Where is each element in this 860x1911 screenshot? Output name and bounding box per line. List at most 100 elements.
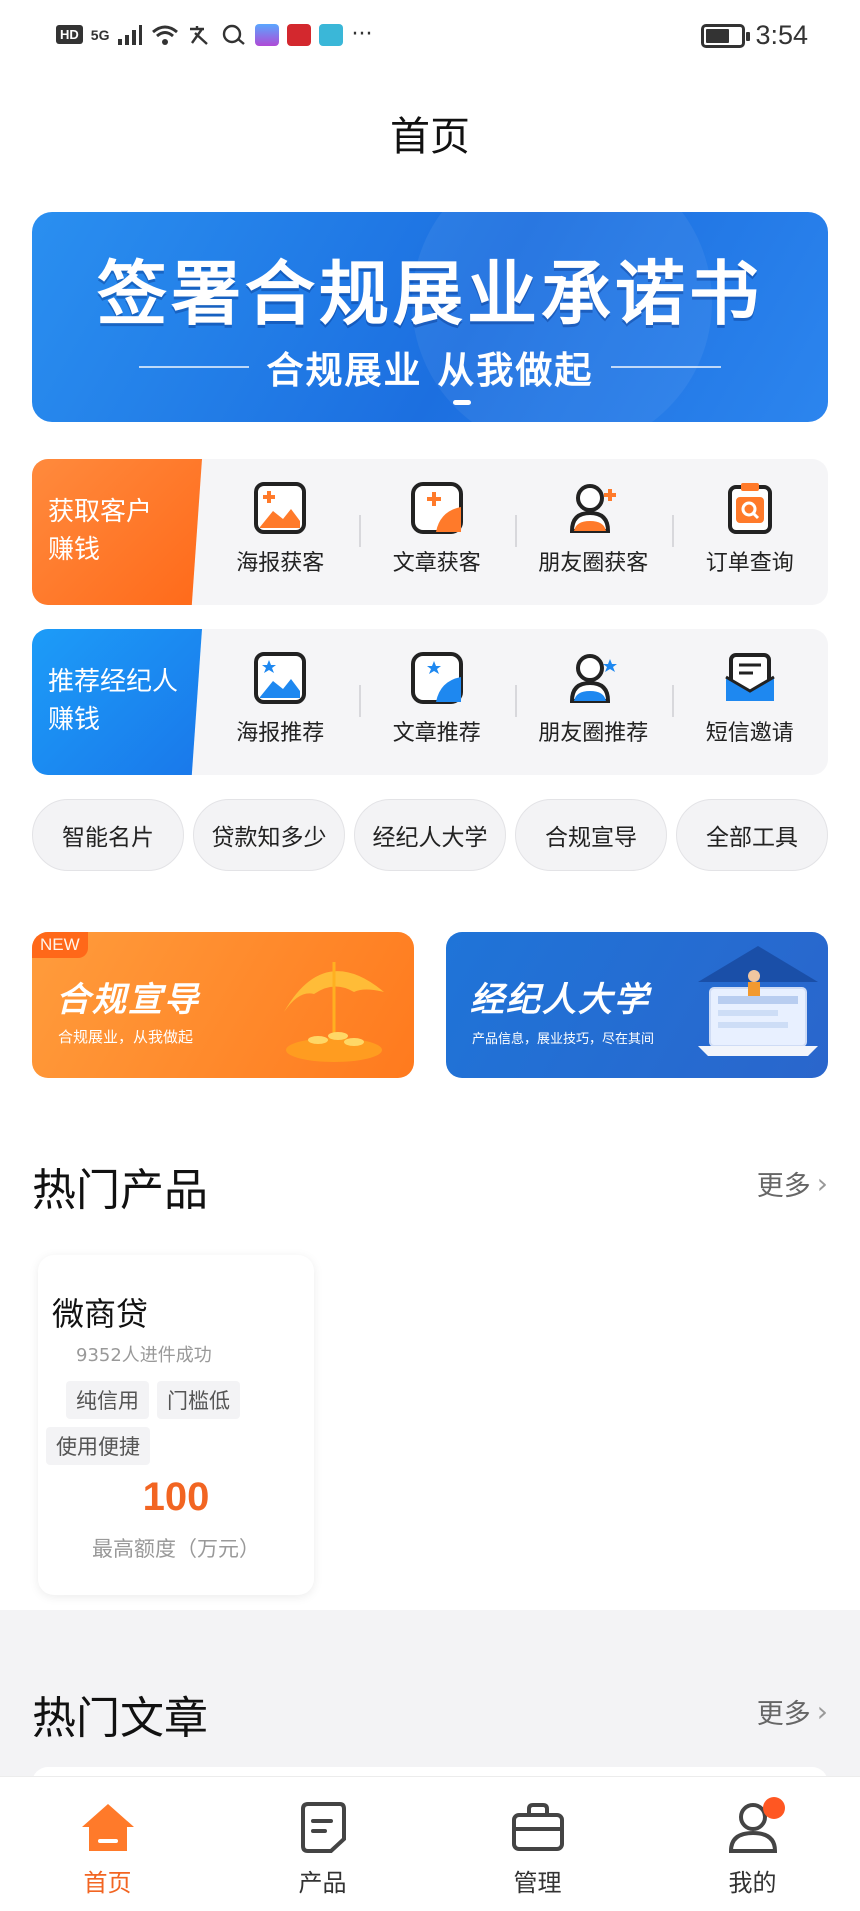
network-indicator: 5G: [90, 26, 110, 43]
moments-recommend-button[interactable]: 朋友圈推荐: [515, 629, 672, 775]
banner-subtitle: 合规展业 从我做起: [266, 349, 594, 392]
moments-icon: [570, 654, 618, 703]
clock: 3:54: [755, 20, 808, 50]
compliance-chip[interactable]: 合规宣导: [515, 799, 667, 871]
product-card[interactable]: 微商贷 9352人进件成功 纯信用 门槛低 使用便捷 100 最高额度（万元）: [38, 1255, 314, 1595]
umbrella-coins-illustration: [284, 962, 384, 1062]
signal-icon: [118, 24, 143, 45]
item-label: 海报推荐: [236, 721, 325, 746]
briefcase-icon: [511, 1803, 564, 1851]
compliance-promo-card[interactable]: NEW 合规宣导 合规展业，从我做起: [32, 932, 414, 1078]
product-tag: 使用便捷: [46, 1427, 150, 1465]
acquire-customers-label: 获取客户 赚钱: [32, 459, 202, 605]
compliance-banner[interactable]: 签署合规展业承诺书 合规展业 从我做起: [32, 212, 828, 422]
acquire-customers-row: 获取客户 赚钱 海报获客 文章获客 朋友圈获客 订单查询: [32, 459, 828, 605]
product-icon: [300, 1802, 346, 1853]
product-name: 微商贷: [52, 1295, 149, 1333]
promo-title: 合规宣导: [56, 980, 200, 1020]
label-line: 推荐经纪人: [48, 667, 179, 697]
promo-subtitle: 产品信息，展业技巧，尽在其间: [472, 1032, 655, 1047]
sms-invite-button[interactable]: 短信邀请: [671, 629, 829, 775]
poster-recommend-button[interactable]: 海报推荐: [202, 629, 359, 775]
app-icon: [255, 23, 280, 46]
status-icons-left: HD 5G ···: [56, 22, 372, 47]
article-acquire-button[interactable]: 文章获客: [358, 459, 516, 605]
loan-knowledge-chip[interactable]: 贷款知多少: [193, 799, 345, 871]
chevron-right-icon: ›: [816, 1167, 828, 1200]
tab-profile[interactable]: 我的: [645, 1777, 860, 1911]
status-icons-right: 3:54: [701, 20, 808, 51]
hot-articles-title: 热门文章: [32, 1693, 208, 1744]
divider: [611, 366, 722, 368]
item-label: 海报获客: [236, 551, 325, 576]
promo-subtitle: 合规展业，从我做起: [58, 1028, 194, 1046]
item-label: 朋友圈获客: [538, 551, 649, 576]
order-search-button[interactable]: 订单查询: [671, 459, 829, 605]
moments-acquire-button[interactable]: 朋友圈获客: [515, 459, 672, 605]
recommend-agents-label: 推荐经纪人 赚钱: [32, 629, 202, 775]
all-tools-chip[interactable]: 全部工具: [676, 799, 828, 871]
hot-articles-more-link[interactable]: 更多 ›: [757, 1692, 828, 1731]
sms-icon: [724, 653, 775, 701]
banner-subtitle-row: 合规展业 从我做起: [32, 340, 828, 394]
item-label: 短信邀请: [705, 721, 794, 746]
promo-title: 经纪人大学: [470, 980, 650, 1020]
app-icon: [319, 23, 344, 46]
bottom-tab-bar: 首页 产品 管理 我的: [0, 1776, 860, 1911]
product-tags: 纯信用 门槛低 使用便捷: [46, 1381, 306, 1465]
battery-icon: [701, 23, 751, 48]
label-line: 赚钱: [48, 535, 101, 565]
order-search-icon: [727, 483, 772, 534]
moments-icon: [570, 484, 617, 533]
article-recommend-button[interactable]: 文章推荐: [358, 629, 516, 775]
hot-products-more-link[interactable]: 更多 ›: [757, 1164, 828, 1203]
poster-icon: [254, 652, 307, 704]
product-max-value: 100: [142, 1475, 210, 1519]
more-label: 更多: [756, 1171, 811, 1202]
tab-label: 管理: [513, 1869, 562, 1897]
item-label: 文章推荐: [392, 721, 481, 746]
page-title: 首页: [390, 114, 470, 160]
more-label: 更多: [756, 1699, 811, 1730]
article-icon: [410, 482, 463, 534]
tab-manage[interactable]: 管理: [430, 1777, 645, 1911]
tab-products[interactable]: 产品: [215, 1777, 430, 1911]
item-label: 订单查询: [705, 551, 794, 576]
home-icon: [81, 1804, 134, 1851]
carousel-indicator: [453, 400, 471, 405]
article-icon: [410, 652, 463, 704]
tab-home[interactable]: 首页: [0, 1777, 215, 1911]
product-tag: 纯信用: [66, 1381, 149, 1419]
translate-icon: [190, 25, 209, 45]
smart-card-chip[interactable]: 智能名片: [32, 799, 184, 871]
agent-university-chip[interactable]: 经纪人大学: [354, 799, 506, 871]
item-label: 朋友圈推荐: [538, 721, 649, 746]
new-badge: NEW: [32, 932, 88, 958]
product-max-label: 最高额度（万元）: [92, 1537, 260, 1561]
hot-products-title: 热门产品: [32, 1165, 208, 1216]
label-line: 赚钱: [48, 705, 101, 735]
chevron-right-icon: ›: [816, 1695, 828, 1728]
product-tag: 门槛低: [157, 1381, 240, 1419]
more-icon: ···: [351, 22, 373, 47]
poster-acquire-button[interactable]: 海报获客: [202, 459, 359, 605]
notification-badge: [763, 1797, 785, 1819]
laptop-study-illustration: [698, 946, 818, 1056]
recommend-agents-row: 推荐经纪人 赚钱 海报推荐 文章推荐 朋友圈推荐 短信邀请: [32, 629, 828, 775]
product-stat: 9352人进件成功: [76, 1345, 212, 1366]
quick-tools: 智能名片 贷款知多少 经纪人大学 合规宣导 全部工具: [32, 799, 828, 871]
status-bar: HD 5G ··· 3:54: [0, 0, 860, 76]
banner-title: 签署合规展业承诺书: [97, 253, 763, 335]
tab-label: 首页: [83, 1869, 132, 1897]
tab-label: 我的: [728, 1869, 777, 1897]
label-line: 获取客户: [48, 497, 153, 527]
app-icon: [287, 23, 312, 46]
tab-label: 产品: [298, 1869, 347, 1897]
wifi-icon: [152, 25, 179, 45]
item-label: 文章获客: [392, 551, 481, 576]
divider: [138, 366, 249, 368]
poster-icon: [254, 482, 307, 534]
hd-indicator: HD: [56, 25, 83, 44]
chat-icon: [223, 24, 246, 45]
agent-university-promo-card[interactable]: 经纪人大学 产品信息，展业技巧，尽在其间: [446, 932, 828, 1078]
